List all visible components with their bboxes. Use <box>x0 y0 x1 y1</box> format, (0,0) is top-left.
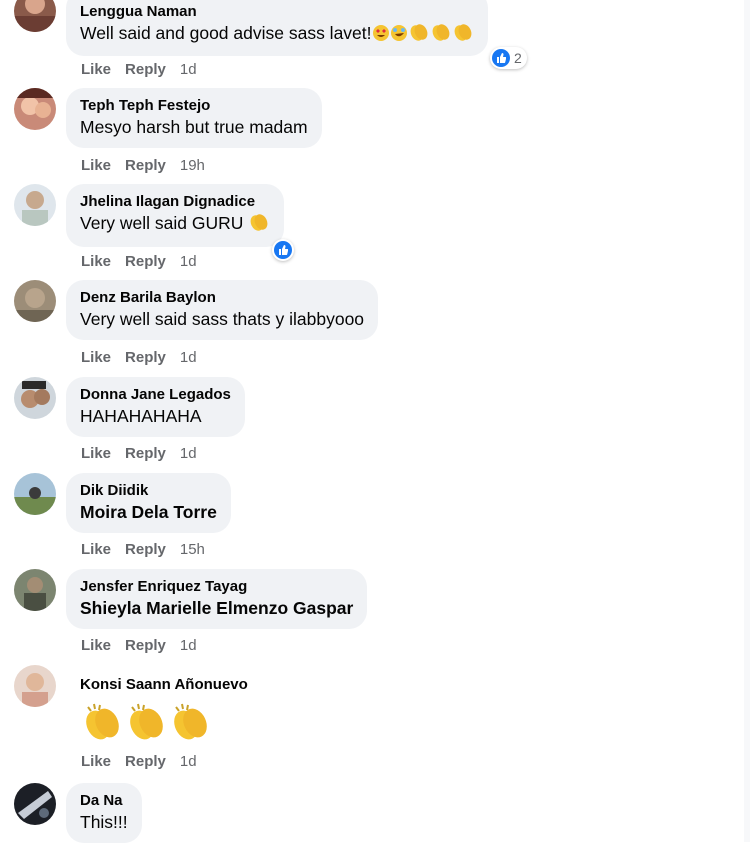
comment-author[interactable]: Da Na <box>80 791 128 810</box>
like-link[interactable]: Like <box>81 253 111 270</box>
comment-text: Mesyo harsh but true madam <box>80 117 308 137</box>
clapping-hands-emoji-icon <box>408 22 430 48</box>
avatar[interactable] <box>14 88 56 130</box>
comment-timestamp[interactable]: 1d <box>180 753 197 770</box>
clapping-hands-emoji-icon <box>430 22 452 48</box>
comment-actions: Like Reply 1d <box>81 637 197 654</box>
reply-link[interactable]: Reply <box>125 61 166 78</box>
rofl-emoji-icon <box>390 24 408 48</box>
comment-text: Very well said GURU <box>80 211 270 238</box>
scrollbar-track[interactable] <box>744 0 750 842</box>
avatar[interactable] <box>14 0 56 32</box>
avatar[interactable] <box>14 184 56 226</box>
comment-bubble: Denz Barila Baylon Very well said sass t… <box>66 280 379 340</box>
like-link[interactable]: Like <box>81 637 111 654</box>
comment-text: Well said and good advise sass lavet! <box>80 21 474 48</box>
comment-bubble: Dik Diidik Moira Dela Torre <box>66 473 231 533</box>
clapping-hands-emoji-icon <box>452 22 474 48</box>
comment-author[interactable]: Dik Diidik <box>80 481 217 500</box>
avatar[interactable] <box>14 569 56 611</box>
reaction-summary[interactable] <box>272 239 294 261</box>
avatar[interactable] <box>14 783 56 825</box>
comment-actions: Like Reply 15h <box>81 541 205 558</box>
clapping-hands-emoji-icon <box>124 701 168 750</box>
avatar[interactable] <box>14 280 56 322</box>
emoji-row <box>80 701 212 750</box>
reaction-count: 2 <box>514 50 522 66</box>
comment-bubble: Konsi Saann Añonuevo <box>66 665 262 703</box>
comment-mention[interactable]: Moira Dela Torre <box>80 500 217 524</box>
comment-author[interactable]: Konsi Saann Añonuevo <box>80 675 248 694</box>
like-link[interactable]: Like <box>81 541 111 558</box>
comment-actions: Like Reply 1d <box>81 445 197 462</box>
comment-author[interactable]: Donna Jane Legados <box>80 385 231 404</box>
like-link[interactable]: Like <box>81 61 111 78</box>
reply-link[interactable]: Reply <box>125 157 166 174</box>
comment-author[interactable]: Denz Barila Baylon <box>80 288 364 307</box>
comment-actions: Like Reply 1d <box>81 753 197 770</box>
comment-timestamp[interactable]: 15h <box>180 541 205 558</box>
comment-bubble: Donna Jane Legados HAHAHAHAHA <box>66 377 245 437</box>
avatar[interactable] <box>14 473 56 515</box>
clapping-hands-emoji-icon <box>168 701 212 750</box>
like-icon <box>492 49 510 67</box>
comment-author[interactable]: Lenggua Naman <box>80 2 474 21</box>
reply-link[interactable]: Reply <box>125 637 166 654</box>
reply-link[interactable]: Reply <box>125 445 166 462</box>
comment-actions: Like Reply 1d <box>81 253 197 270</box>
comment-actions: Like Reply 1d <box>81 349 197 366</box>
like-icon <box>274 241 292 259</box>
reply-link[interactable]: Reply <box>125 349 166 366</box>
comment-timestamp[interactable]: 1d <box>180 253 197 270</box>
comment-timestamp[interactable]: 19h <box>180 157 205 174</box>
comment-author[interactable]: Teph Teph Festejo <box>80 96 308 115</box>
comment-author[interactable]: Jhelina Ilagan Dignadice <box>80 192 270 211</box>
comment-actions: Like Reply 19h <box>81 157 205 174</box>
comment-timestamp[interactable]: 1d <box>180 445 197 462</box>
like-link[interactable]: Like <box>81 445 111 462</box>
avatar[interactable] <box>14 665 56 707</box>
comment-bubble: Teph Teph Festejo Mesyo harsh but true m… <box>66 88 322 148</box>
clapping-hands-emoji-icon <box>248 212 270 238</box>
like-link[interactable]: Like <box>81 157 111 174</box>
clapping-hands-emoji-icon <box>80 701 124 750</box>
reply-link[interactable]: Reply <box>125 253 166 270</box>
comment-text: This!!! <box>80 812 128 832</box>
comment-actions: Like Reply 1d <box>81 61 197 78</box>
comment-timestamp[interactable]: 1d <box>180 349 197 366</box>
comment-bubble: Jensfer Enriquez Tayag Shieyla Marielle … <box>66 569 368 629</box>
reaction-summary[interactable]: 2 <box>490 47 527 69</box>
comment-mention[interactable]: Shieyla Marielle Elmenzo Gaspar <box>80 596 353 620</box>
reply-link[interactable]: Reply <box>125 753 166 770</box>
comment-bubble: Da Na This!!! <box>66 783 142 843</box>
comment-bubble: Jhelina Ilagan Dignadice Very well said … <box>66 184 285 247</box>
like-link[interactable]: Like <box>81 753 111 770</box>
comment-bubble: Lenggua Naman Well said and good advise … <box>66 0 488 56</box>
comment-timestamp[interactable]: 1d <box>180 61 197 78</box>
comment-timestamp[interactable]: 1d <box>180 637 197 654</box>
comment-text: HAHAHAHAHA <box>80 406 202 426</box>
reply-link[interactable]: Reply <box>125 541 166 558</box>
heart-eyes-emoji-icon <box>372 24 390 48</box>
comment-text: Very well said sass thats y ilabbyooo <box>80 309 365 329</box>
comment-author[interactable]: Jensfer Enriquez Tayag <box>80 577 353 596</box>
avatar[interactable] <box>14 377 56 419</box>
like-link[interactable]: Like <box>81 349 111 366</box>
